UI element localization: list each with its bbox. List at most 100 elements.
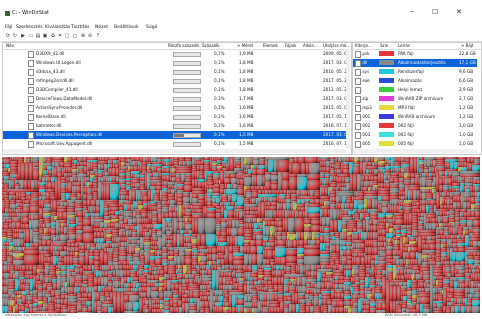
- menu-cleanup[interactable]: Tisztítás: [71, 25, 89, 30]
- table-row[interactable]: Windows.Devices.Perception.dll 0,1% 1,5 MB…: [3, 131, 347, 139]
- table-row[interactable]: batmeter.dll 0,1% 1,6 MB 2016. 07. 1: [3, 122, 347, 130]
- table-row[interactable]: d3dcsx_43.dll 0,1% 1,8 MB 2010. 05. 2: [3, 68, 347, 76]
- command-prompt-icon[interactable]: ▢: [64, 33, 70, 39]
- properties-icon[interactable]: ◻: [72, 33, 78, 39]
- treemap-tile: [270, 242, 275, 247]
- menu-file[interactable]: Fájl: [5, 25, 12, 30]
- list-item[interactable]: .zip WinRAR ZIP archívum 2,7 GB: [353, 95, 477, 103]
- list-item[interactable]: .dll Alkalmazáskiterjesztés 17,1 GB: [353, 59, 477, 67]
- explorer-icon[interactable]: ▣: [42, 33, 48, 39]
- refresh-icon[interactable]: ⟳: [5, 33, 11, 39]
- col-bytes[interactable]: > Bájt: [461, 43, 474, 49]
- treemap-tile: [299, 240, 304, 246]
- col-items[interactable]: Elemek: [263, 43, 278, 49]
- treemap-tile: [264, 277, 268, 281]
- menu-select[interactable]: Kiválasztás: [45, 25, 70, 30]
- list-item[interactable]: .003 002 fájl 1,0 GB: [353, 131, 477, 139]
- col-percent[interactable]: Százalék: [202, 43, 220, 49]
- menu-help[interactable]: Súgó: [146, 25, 157, 30]
- table-row[interactable]: D3DX9_42.dll 0,1% 1,9 MB 2009. 05. 0: [3, 50, 347, 58]
- subtree-bar: [173, 115, 201, 120]
- col-description[interactable]: Leírás: [398, 43, 410, 49]
- treemap-tile: [353, 174, 357, 191]
- table-row[interactable]: Windows.UI.Logon.dll 0,1% 1,8 MB 2017. 03. …: [3, 59, 347, 67]
- tree-vertical-scrollbar[interactable]: [346, 49, 350, 149]
- delete-icon[interactable]: ♻: [50, 33, 56, 39]
- treemap-tile: [373, 225, 377, 232]
- treemap-tile: [344, 211, 348, 215]
- list-item[interactable]: .002 002 fájl 1,0 GB: [353, 122, 477, 130]
- file-name: D3DX9_42.dll: [36, 51, 65, 56]
- cancel-icon[interactable]: ✕: [57, 33, 63, 39]
- close-button[interactable]: ✕: [456, 8, 462, 16]
- col-color[interactable]: Szín: [380, 43, 388, 49]
- col-subdirs[interactable]: Alkön...: [303, 43, 318, 49]
- col-files[interactable]: Fájlok: [285, 43, 296, 49]
- table-row[interactable]: DeviceFlows.DataModel.dll 0,1% 1,7 MB 2017.…: [3, 95, 347, 103]
- zoom-in-icon[interactable]: ⊕: [80, 33, 86, 39]
- treemap-tile: [25, 224, 29, 229]
- copy-path-icon[interactable]: ▤: [35, 33, 41, 39]
- treemap-tile: [230, 157, 234, 171]
- menu-edit[interactable]: Szerkesztés: [16, 25, 43, 30]
- file-name: d3dcsx_43.dll: [36, 69, 65, 74]
- maximize-button[interactable]: ☐: [432, 8, 438, 16]
- treemap-tile: [158, 237, 162, 250]
- extension-name: .mp3: [361, 105, 372, 110]
- treemap-tile: [332, 307, 336, 313]
- list-item[interactable]: .exe Alkalmazás 6,6 GB: [353, 77, 477, 85]
- col-subtree-percent[interactable]: Részfa százalék: [168, 43, 199, 49]
- help-icon[interactable]: ?: [95, 33, 101, 39]
- refresh-selected-icon[interactable]: ↻: [12, 33, 18, 39]
- open-folder-icon[interactable]: ▭: [28, 33, 34, 39]
- treemap-tile: [254, 281, 258, 285]
- menu-bar: Fájl Szerkesztés Kiválasztás Tisztítás N…: [0, 24, 482, 32]
- list-item[interactable]: .psk PAK fájl 22,8 GB: [353, 50, 477, 58]
- treemap-tile: [273, 210, 277, 218]
- file-modified: 2017. 05. 2: [323, 78, 347, 83]
- treemap-tile: [266, 259, 270, 265]
- treemap-tile: [306, 289, 310, 294]
- minimize-button[interactable]: –: [410, 8, 414, 16]
- treemap-tile: [79, 256, 85, 265]
- treemap-tile: [104, 307, 108, 313]
- col-extension[interactable]: Kiterje...: [355, 43, 372, 49]
- file-percent: 0,1%: [214, 114, 225, 119]
- play-icon[interactable]: ▶: [20, 33, 26, 39]
- table-row[interactable]: D3DCompiler_41.dll 0,1% 1,8 MB 2011. 05. 2: [3, 86, 347, 94]
- table-row[interactable]: mfmpeg2srcdll.dll 0,1% 1,8 MB 2017. 05. 2: [3, 77, 347, 85]
- list-item[interactable]: .005 005 fájl 1,0 GB: [353, 140, 477, 148]
- menu-options[interactable]: Beállítások: [114, 25, 139, 30]
- treemap-tile: [281, 257, 286, 265]
- ext-horizontal-scrollbar[interactable]: [353, 149, 477, 153]
- treemap-tile: [371, 265, 375, 277]
- col-size[interactable]: > Méret: [237, 43, 253, 49]
- treemap-tile: [179, 222, 183, 230]
- treemap-tile: [474, 260, 480, 264]
- treemap-tile: [282, 180, 289, 190]
- list-item[interactable]: .sys Rendszerfájl 9,6 GB: [353, 68, 477, 76]
- zoom-out-icon[interactable]: ⊖: [87, 33, 93, 39]
- table-row[interactable]: ActiveSyncProvider.dll 0,1% 1,6 MB 2015. 05…: [3, 104, 347, 112]
- col-name[interactable]: Név: [6, 43, 14, 49]
- table-row[interactable]: Microsoft.Uev.Appagent.dll 0,1% 1,5 MB 2016…: [3, 140, 347, 148]
- list-item[interactable]: .001 WinRAR archívum 1,2 GB: [353, 113, 477, 121]
- treemap-tile: [476, 269, 480, 273]
- treemap-tile: [214, 184, 220, 188]
- menu-view[interactable]: Nézet: [95, 25, 108, 30]
- treemap-tile: [26, 243, 30, 247]
- list-item[interactable]: . Helyi lemez 2,9 GB: [353, 86, 477, 94]
- treemap-tile: [181, 256, 185, 265]
- tree-horizontal-scrollbar[interactable]: [3, 149, 346, 153]
- treemap-tile: [232, 295, 236, 307]
- treemap-tile: [326, 167, 330, 172]
- treemap-view[interactable]: [2, 157, 480, 313]
- treemap-tile: [353, 228, 357, 232]
- treemap-tile: [166, 168, 170, 173]
- file-modified: 2009. 05. 0: [323, 51, 347, 56]
- treemap-tile: [411, 173, 415, 178]
- treemap-tile: [34, 215, 39, 220]
- table-row[interactable]: KernelBase.dll 0,1% 1,6 MB 2017. 05. 1: [3, 113, 347, 121]
- treemap-tile: [57, 304, 61, 309]
- list-item[interactable]: .mp3 MP3 fájl 1,2 GB: [353, 104, 477, 112]
